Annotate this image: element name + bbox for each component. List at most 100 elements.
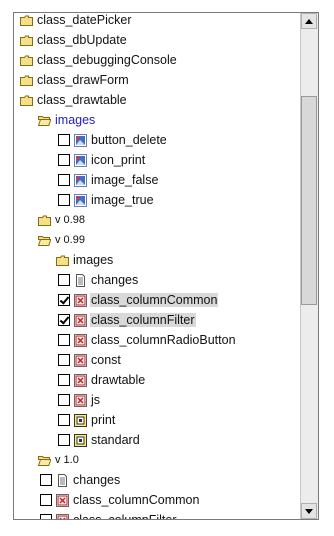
folder-icon: [38, 214, 51, 227]
tree-row[interactable]: class_columnCommon: [58, 290, 219, 310]
tree-item-label: class_debuggingConsole: [37, 53, 177, 67]
php-file-icon: [56, 493, 69, 507]
tree-row[interactable]: changes: [40, 470, 121, 490]
file-tree-panel: class_datePicker class_dbUpdate class_debu…: [13, 12, 319, 520]
folder-icon: [20, 34, 33, 47]
script-file-icon: [74, 413, 87, 427]
text-document-icon: [74, 273, 87, 287]
select-checkbox[interactable]: [58, 274, 70, 286]
tree-item-label: class_columnCommon: [90, 293, 219, 307]
folder-icon: [56, 254, 69, 267]
tree-item-label: v 1.0: [55, 454, 79, 466]
tree-row[interactable]: class_columnFilter: [58, 310, 196, 330]
image-file-icon: [74, 153, 87, 167]
select-checkbox[interactable]: [58, 374, 70, 386]
tree-row[interactable]: class_columnCommon: [40, 490, 200, 510]
folder-icon: [20, 54, 33, 67]
tree-item-label: button_delete: [91, 133, 167, 147]
tree-row[interactable]: drawtable: [58, 370, 146, 390]
tree-item-label: standard: [91, 433, 140, 447]
tree-row[interactable]: button_delete: [58, 130, 168, 150]
select-checkbox[interactable]: [58, 154, 70, 166]
tree-item-label: images: [73, 253, 114, 267]
tree-item-label: class_columnFilter: [72, 513, 178, 519]
select-checkbox[interactable]: [40, 474, 52, 486]
tree-item-label: image_true: [91, 193, 154, 207]
arrow-up-icon: [305, 18, 313, 24]
tree-row[interactable]: class_drawForm: [20, 70, 130, 90]
select-checkbox[interactable]: [58, 294, 70, 306]
folder-icon: [20, 14, 33, 27]
select-checkbox[interactable]: [40, 514, 52, 519]
script-file-icon: [74, 433, 87, 447]
tree-row[interactable]: class_debuggingConsole: [20, 50, 178, 70]
folder-icon: [20, 74, 33, 87]
php-file-icon: [74, 393, 87, 407]
tree-row[interactable]: changes: [58, 270, 139, 290]
tree-item-label: drawtable: [91, 373, 146, 387]
tree-row[interactable]: images: [37, 110, 96, 130]
folder-open-icon: [37, 454, 52, 467]
tree-row[interactable]: v 0.99: [37, 230, 86, 250]
folder-icon: [20, 94, 33, 107]
scrollbar-thumb[interactable]: [301, 96, 317, 305]
tree-item-label: js: [91, 393, 101, 407]
tree-row[interactable]: class_datePicker: [20, 13, 133, 30]
php-file-icon: [74, 313, 87, 327]
tree-row[interactable]: standard: [58, 430, 141, 450]
tree-row[interactable]: class_dbUpdate: [20, 30, 128, 50]
php-file-icon: [74, 373, 87, 387]
tree-item-label: class_drawtable: [37, 93, 127, 107]
select-checkbox[interactable]: [58, 434, 70, 446]
tree-item-label: const: [91, 353, 121, 367]
select-checkbox[interactable]: [58, 394, 70, 406]
php-file-icon: [74, 293, 87, 307]
folder-open-icon: [37, 114, 52, 127]
select-checkbox[interactable]: [58, 314, 70, 326]
select-checkbox[interactable]: [58, 174, 70, 186]
tree-item-label: class_drawForm: [37, 73, 129, 87]
php-file-icon: [56, 513, 69, 519]
select-checkbox[interactable]: [40, 494, 52, 506]
tree-item-label: class_columnFilter: [90, 313, 196, 327]
scroll-down-button[interactable]: [301, 503, 317, 519]
php-file-icon: [74, 353, 87, 367]
tree-item-label: class_columnRadioButton: [91, 333, 236, 347]
tree-item-label: class_columnCommon: [73, 493, 200, 507]
tree-item-label: print: [91, 413, 116, 427]
image-file-icon: [74, 193, 87, 207]
folder-open-icon: [37, 234, 52, 247]
image-file-icon: [74, 173, 87, 187]
select-checkbox[interactable]: [58, 134, 70, 146]
php-file-icon: [74, 333, 87, 347]
tree-row[interactable]: image_true: [58, 190, 155, 210]
tree-row[interactable]: v 1.0: [37, 450, 80, 470]
tree-item-label: v 0.98: [55, 214, 85, 226]
select-checkbox[interactable]: [58, 414, 70, 426]
tree-item-label: icon_print: [91, 153, 146, 167]
tree-item-label: class_datePicker: [37, 13, 132, 27]
select-checkbox[interactable]: [58, 194, 70, 206]
tree-item-label: images: [55, 113, 96, 127]
file-tree-list: class_datePicker class_dbUpdate class_debu…: [14, 13, 301, 519]
tree-row[interactable]: class_drawtable: [20, 90, 128, 110]
tree-item-label: changes: [91, 273, 139, 287]
vertical-scrollbar[interactable]: [300, 13, 318, 519]
tree-row[interactable]: class_columnFilter: [40, 510, 178, 519]
scroll-up-button[interactable]: [301, 13, 317, 29]
tree-row[interactable]: images: [56, 250, 114, 270]
tree-row[interactable]: image_false: [58, 170, 159, 190]
tree-row[interactable]: v 0.98: [38, 210, 86, 230]
tree-row[interactable]: print: [58, 410, 116, 430]
tree-row[interactable]: const: [58, 350, 122, 370]
select-checkbox[interactable]: [58, 354, 70, 366]
tree-row[interactable]: js: [58, 390, 101, 410]
tree-row[interactable]: class_columnRadioButton: [58, 330, 237, 350]
arrow-down-icon: [305, 508, 313, 514]
image-file-icon: [74, 133, 87, 147]
select-checkbox[interactable]: [58, 334, 70, 346]
tree-row[interactable]: icon_print: [58, 150, 146, 170]
tree-item-label: image_false: [91, 173, 159, 187]
tree-item-label: changes: [73, 473, 121, 487]
tree-item-label: v 0.99: [55, 234, 85, 246]
